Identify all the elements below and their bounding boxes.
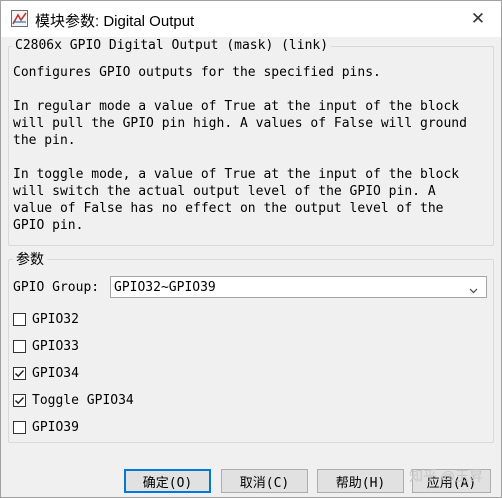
- checkmark-icon: [14, 396, 25, 404]
- chevron-down-icon: [469, 282, 478, 294]
- parameters-group-title: 参数: [13, 249, 47, 269]
- watermark: 知乎 @玉昇: [409, 468, 484, 484]
- checkbox-label: GPIO34: [32, 365, 79, 381]
- gpio-group-select[interactable]: GPIO32~GPIO39: [110, 276, 487, 298]
- help-button[interactable]: 帮助(H): [317, 469, 404, 493]
- checkbox-label: GPIO33: [32, 338, 79, 354]
- close-button[interactable]: ✕: [455, 1, 501, 37]
- simulink-block-icon: [11, 10, 28, 27]
- title-bar: 模块参数: Digital Output ✕: [1, 1, 501, 37]
- checkbox-label: Toggle GPIO34: [32, 392, 134, 408]
- checkbox-gpio32[interactable]: GPIO32: [13, 310, 79, 328]
- checkbox-box[interactable]: [13, 393, 26, 407]
- checkbox-label: GPIO39: [32, 419, 79, 435]
- block-description: Configures GPIO outputs for the specifie…: [13, 65, 467, 233]
- description-group-title: C2806x GPIO Digital Output (mask) (link): [12, 38, 332, 53]
- checkbox-box[interactable]: [13, 339, 26, 353]
- checkbox-gpio34[interactable]: GPIO34: [13, 364, 79, 382]
- checkbox-gpio33[interactable]: GPIO33: [13, 337, 79, 355]
- dialog-window: 模块参数: Digital Output ✕ C2806x GPIO Digit…: [0, 0, 502, 498]
- checkmark-icon: [14, 369, 25, 377]
- window-title: 模块参数: Digital Output: [35, 13, 195, 30]
- checkbox-box[interactable]: [13, 420, 26, 434]
- gpio-group-value: GPIO32~GPIO39: [114, 280, 216, 295]
- gpio-group-label: GPIO Group:: [13, 280, 100, 295]
- cancel-button[interactable]: 取消(C): [221, 469, 308, 493]
- checkbox-box[interactable]: [13, 312, 26, 326]
- checkbox-box[interactable]: [13, 366, 26, 380]
- checkbox-toggle-gpio34[interactable]: Toggle GPIO34: [13, 391, 134, 409]
- checkbox-gpio39[interactable]: GPIO39: [13, 418, 79, 436]
- checkbox-label: GPIO32: [32, 311, 79, 327]
- ok-button[interactable]: 确定(O): [124, 469, 211, 493]
- close-icon: ✕: [470, 9, 486, 28]
